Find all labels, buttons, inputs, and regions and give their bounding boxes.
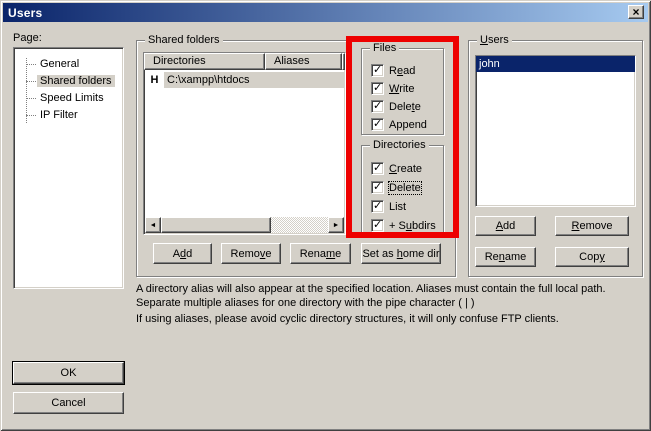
list-item-user[interactable]: john xyxy=(476,56,635,72)
button-label: Cancel xyxy=(51,397,85,409)
ok-button[interactable]: OK xyxy=(13,362,124,384)
set-as-home-dir-button[interactable]: Set as home dir xyxy=(361,243,441,264)
sidebar-item-general[interactable]: General xyxy=(14,56,123,72)
users-group-label: Users xyxy=(477,34,512,46)
check-icon: ✓ xyxy=(373,219,382,232)
scroll-right-icon: ► xyxy=(333,222,340,229)
page-tree[interactable]: General Shared folders Speed Limits IP F… xyxy=(13,47,124,289)
checkbox-label: Append xyxy=(389,119,427,131)
button-label: Rename xyxy=(485,251,527,263)
checkbox-box[interactable]: ✓ xyxy=(371,181,384,194)
button-label: Copy xyxy=(579,251,605,263)
tree-connector xyxy=(26,64,36,65)
button-label: OK xyxy=(61,367,77,379)
files-permissions-group: Files ✓ Read ✓ Write ✓ Delete ✓ Append xyxy=(361,48,444,135)
alias-info-text: A directory alias will also appear at th… xyxy=(136,282,651,310)
files-group-label: Files xyxy=(370,42,399,54)
checkbox-dirs-subdirs[interactable]: ✓ + Subdirs xyxy=(371,219,436,232)
column-header-aliases[interactable]: Aliases xyxy=(265,53,342,70)
folder-remove-button[interactable]: Remove xyxy=(221,243,281,264)
column-header-directories[interactable]: Directories xyxy=(144,53,265,70)
folder-add-button[interactable]: Add xyxy=(153,243,212,264)
checkbox-files-read[interactable]: ✓ Read xyxy=(371,64,415,77)
checkbox-label: + Subdirs xyxy=(389,220,436,232)
horizontal-scrollbar[interactable]: ◄ ► xyxy=(145,217,344,233)
directories-group-label: Directories xyxy=(370,139,429,151)
check-icon: ✓ xyxy=(373,64,382,77)
tree-connector xyxy=(26,98,36,99)
checkbox-label: Create xyxy=(389,163,422,175)
users-dialog: Users × Page: General Shared folders Spe… xyxy=(0,0,651,431)
list-header: Directories Aliases xyxy=(144,53,345,70)
checkbox-files-delete[interactable]: ✓ Delete xyxy=(371,100,421,113)
button-label: Add xyxy=(173,248,193,260)
sidebar-item-speed-limits[interactable]: Speed Limits xyxy=(14,90,123,106)
folder-rename-button[interactable]: Rename xyxy=(290,243,351,264)
scrollbar-track[interactable] xyxy=(271,217,328,233)
checkbox-dirs-create[interactable]: ✓ Create xyxy=(371,162,422,175)
user-rename-button[interactable]: Rename xyxy=(475,247,536,267)
button-label: Rename xyxy=(300,248,342,260)
checkbox-files-append[interactable]: ✓ Append xyxy=(371,118,427,131)
check-icon: ✓ xyxy=(373,82,382,95)
tree-item-label: IP Filter xyxy=(37,109,81,121)
tree-item-label: General xyxy=(37,58,82,70)
checkbox-label: Delete xyxy=(389,182,421,194)
checkbox-label: Delete xyxy=(389,101,421,113)
shared-folders-group-label: Shared folders xyxy=(145,34,223,46)
scrollbar-thumb[interactable] xyxy=(161,217,271,233)
tree-item-label: Shared folders xyxy=(37,75,115,87)
checkbox-label: Read xyxy=(389,65,415,77)
sidebar-item-shared-folders[interactable]: Shared folders xyxy=(14,73,123,89)
scroll-left-button[interactable]: ◄ xyxy=(145,217,161,233)
checkbox-box[interactable]: ✓ xyxy=(371,64,384,77)
sidebar-item-ip-filter[interactable]: IP Filter xyxy=(14,107,123,123)
user-remove-button[interactable]: Remove xyxy=(555,216,629,236)
check-icon: ✓ xyxy=(373,200,382,213)
check-icon: ✓ xyxy=(373,162,382,175)
checkbox-dirs-delete[interactable]: ✓ Delete xyxy=(371,181,421,194)
checkbox-box[interactable]: ✓ xyxy=(371,162,384,175)
checkbox-box[interactable]: ✓ xyxy=(371,200,384,213)
checkbox-box[interactable]: ✓ xyxy=(371,219,384,232)
scroll-right-button[interactable]: ► xyxy=(328,217,344,233)
close-icon: × xyxy=(632,6,639,18)
users-list[interactable]: john xyxy=(475,55,636,207)
checkbox-box[interactable]: ✓ xyxy=(371,82,384,95)
button-label: Remove xyxy=(231,248,272,260)
user-copy-button[interactable]: Copy xyxy=(555,247,629,267)
button-label: Remove xyxy=(572,220,613,232)
check-icon: ✓ xyxy=(373,181,382,194)
cancel-button[interactable]: Cancel xyxy=(13,392,124,414)
title-bar[interactable]: Users xyxy=(3,3,648,22)
home-flag: H xyxy=(145,74,164,86)
directories-permissions-group: Directories ✓ Create ✓ Delete ✓ List ✓ +… xyxy=(361,145,444,235)
checkbox-files-write[interactable]: ✓ Write xyxy=(371,82,414,95)
checkbox-dirs-list[interactable]: ✓ List xyxy=(371,200,406,213)
check-icon: ✓ xyxy=(373,100,382,113)
column-header-filler xyxy=(342,53,345,70)
button-label: Add xyxy=(496,220,516,232)
directory-cell: C:\xampp\htdocs xyxy=(164,72,344,88)
shared-folders-list[interactable]: Directories Aliases H C:\xampp\htdocs ◄ … xyxy=(143,52,346,235)
checkbox-label: Write xyxy=(389,83,414,95)
scroll-left-icon: ◄ xyxy=(150,222,157,229)
checkbox-box[interactable]: ✓ xyxy=(371,100,384,113)
tree-connector xyxy=(26,81,36,82)
button-label: Set as home dir xyxy=(362,248,439,260)
tree-item-label: Speed Limits xyxy=(37,92,107,104)
table-row[interactable]: H C:\xampp\htdocs xyxy=(145,72,344,88)
tree-connector xyxy=(26,115,36,116)
page-label: Page: xyxy=(13,32,42,44)
user-add-button[interactable]: Add xyxy=(475,216,536,236)
checkbox-box[interactable]: ✓ xyxy=(371,118,384,131)
checkbox-label: List xyxy=(389,201,406,213)
close-button[interactable]: × xyxy=(628,5,644,19)
check-icon: ✓ xyxy=(373,118,382,131)
window-title: Users xyxy=(3,6,42,20)
cyclic-warning-text: If using aliases, please avoid cyclic di… xyxy=(136,312,651,326)
